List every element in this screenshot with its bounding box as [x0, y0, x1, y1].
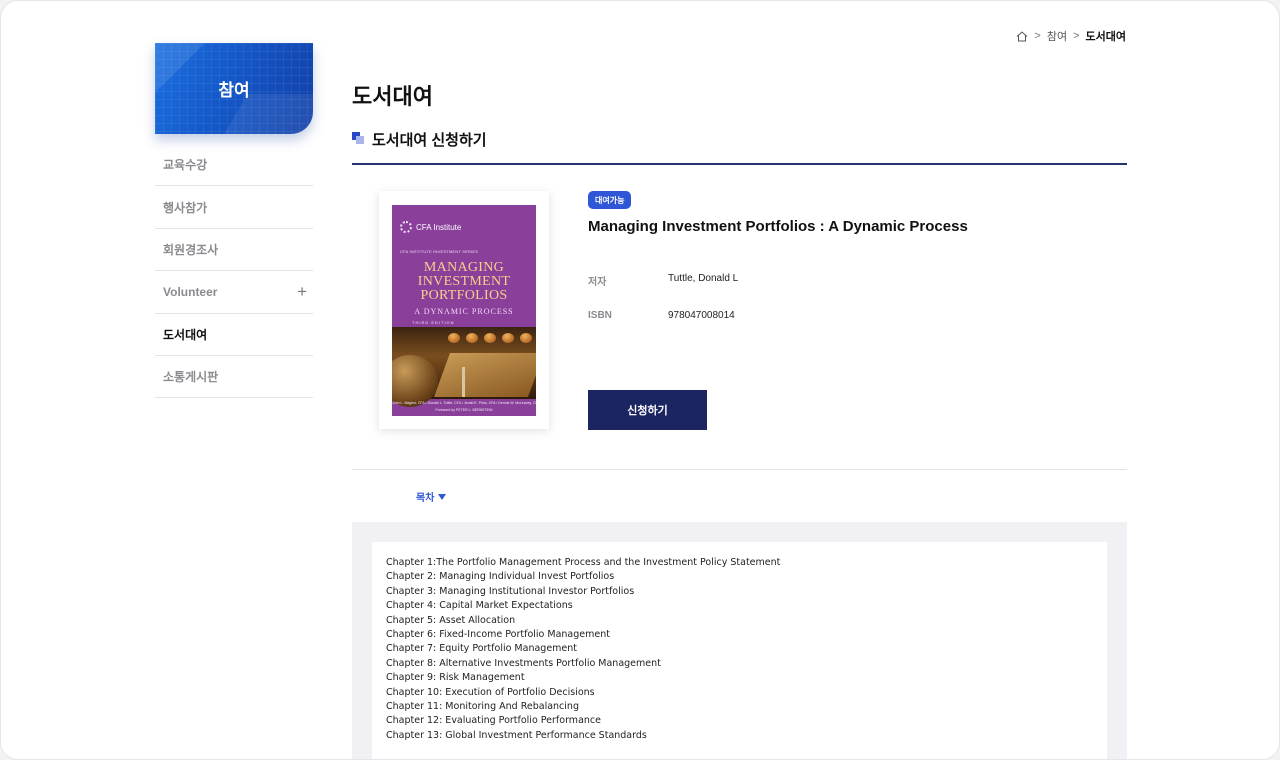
- cover-series: CFA INSTITUTE INVESTMENT SERIES: [400, 249, 479, 254]
- toc-item: Chapter 2: Managing Individual Invest Po…: [386, 571, 615, 583]
- cover-edition: THIRD EDITION: [412, 320, 455, 325]
- section-title: 도서대여 신청하기: [372, 132, 487, 149]
- squares-icon: [352, 132, 364, 144]
- sidebar-item-label: Volunteer: [163, 284, 218, 299]
- toc-item: Chapter 8: Alternative Investments Portf…: [386, 657, 661, 669]
- breadcrumb-item-participation[interactable]: 참여: [1047, 28, 1067, 44]
- divider: [352, 469, 1127, 470]
- cover-photo-cup: [484, 333, 496, 343]
- cover-title-line: MANAGING: [423, 260, 505, 275]
- cover-authors: John L. Maginn, CFA • Donald L. Tuttle, …: [392, 401, 536, 405]
- sidebar-item-member-news[interactable]: 회원경조사: [155, 229, 313, 272]
- home-icon[interactable]: [1016, 30, 1028, 42]
- sidebar-header: 참여: [155, 43, 313, 134]
- toc-item: Chapter 3: Managing Institutional Invest…: [386, 585, 635, 597]
- cover-subtitle: A DYNAMIC PROCESS: [414, 307, 514, 316]
- breadcrumb-separator: >: [1034, 30, 1041, 42]
- cover-photo-fork: [462, 367, 465, 397]
- toc-item: Chapter 4: Capital Market Expectations: [386, 600, 573, 612]
- toc-toggle-label: 목차: [416, 493, 435, 504]
- cover-foreword: Foreword by PETER L. BERNSTEIN: [435, 408, 493, 412]
- page-title: 도서대여: [352, 84, 433, 109]
- sidebar-item-label: 회원경조사: [163, 242, 219, 257]
- cover-title: MANAGING INVESTMENT PORTFOLIOS: [392, 261, 536, 303]
- cover-photo-ball: [392, 355, 438, 407]
- toc-item: Chapter 5: Asset Allocation: [386, 614, 516, 626]
- section-header: 도서대여 신청하기: [352, 129, 1127, 165]
- sidebar-item-label: 도서대여: [163, 327, 208, 342]
- sidebar-item-events[interactable]: 행사참가: [155, 186, 313, 229]
- toc-panel: Chapter 1:The Portfolio Management Proce…: [352, 522, 1127, 759]
- apply-button[interactable]: 신청하기: [588, 390, 707, 430]
- cfa-logo: CFA Institute: [400, 221, 461, 233]
- toc-item: Chapter 7: Equity Portfolio Management: [386, 643, 578, 655]
- author-row: 저자 Tuttle, Donald L: [588, 273, 738, 288]
- toc-item: Chapter 1:The Portfolio Management Proce…: [386, 557, 781, 568]
- toc-toggle[interactable]: 목차: [416, 489, 447, 504]
- cover-photo-tray: [433, 353, 536, 397]
- breadcrumb: > 참여 > 도서대여: [1016, 28, 1126, 44]
- isbn-row: ISBN 978047008014: [588, 310, 735, 321]
- sidebar-item-label: 행사참가: [163, 200, 208, 215]
- sidebar-title: 참여: [218, 81, 250, 100]
- cover-photo-cup: [466, 333, 478, 343]
- cover-photo: [392, 327, 536, 407]
- toc-item: Chapter 9: Risk Management: [386, 672, 525, 684]
- cover-title-line: INVESTMENT: [417, 274, 511, 289]
- author-label: 저자: [588, 277, 607, 288]
- sidebar-item-community-board[interactable]: 소통게시판: [155, 356, 313, 399]
- toc-content: Chapter 1:The Portfolio Management Proce…: [372, 542, 1107, 759]
- browser-page: > 참여 > 도서대여 참여 교육수강 행사참가 회원경조사 Volunteer…: [0, 0, 1280, 760]
- status-badge: 대여가능: [588, 191, 632, 209]
- plus-icon[interactable]: +: [297, 282, 307, 302]
- sidebar-item-label: 교육수강: [163, 158, 208, 173]
- cover-title-line: PORTFOLIOS: [420, 288, 508, 303]
- cover-photo-cup: [448, 333, 460, 343]
- author-value: Tuttle, Donald L: [668, 273, 739, 284]
- cover-publisher: CFA Institute: [416, 222, 462, 232]
- isbn-label: ISBN: [588, 310, 612, 321]
- sidebar-item-education[interactable]: 교육수강: [155, 144, 313, 187]
- sidebar-item-book-rental[interactable]: 도서대여: [155, 314, 313, 356]
- toc-item: Chapter 6: Fixed-Income Portfolio Manage…: [386, 629, 610, 641]
- cover-photo-cup: [520, 333, 532, 343]
- cfa-logo-icon: [400, 221, 412, 233]
- toc-item: Chapter 12: Evaluating Portfolio Perform…: [386, 715, 601, 727]
- book-cover-card: CFA Institute CFA INSTITUTE INVESTMENT S…: [379, 191, 549, 429]
- sidebar-menu: 교육수강 행사참가 회원경조사 Volunteer + 도서대여 소통게시판: [155, 144, 313, 399]
- toc-item: Chapter 11: Monitoring And Rebalancing: [386, 701, 579, 713]
- toc-list: Chapter 1:The Portfolio Management Proce…: [386, 556, 1093, 743]
- toc-item: Chapter 10: Execution of Portfolio Decis…: [386, 686, 595, 698]
- caret-down-icon: [438, 493, 447, 500]
- book-title: Managing Investment Portfolios : A Dynam…: [588, 218, 968, 235]
- breadcrumb-separator: >: [1073, 30, 1080, 42]
- sidebar-item-volunteer[interactable]: Volunteer +: [155, 271, 313, 314]
- isbn-value: 978047008014: [668, 310, 735, 321]
- book-cover-image: CFA Institute CFA INSTITUTE INVESTMENT S…: [392, 205, 536, 416]
- toc-item: Chapter 13: Global Investment Performanc…: [386, 729, 647, 741]
- cover-photo-cup: [502, 333, 514, 343]
- sidebar-item-label: 소통게시판: [163, 370, 219, 385]
- breadcrumb-item-current: 도서대여: [1085, 31, 1126, 43]
